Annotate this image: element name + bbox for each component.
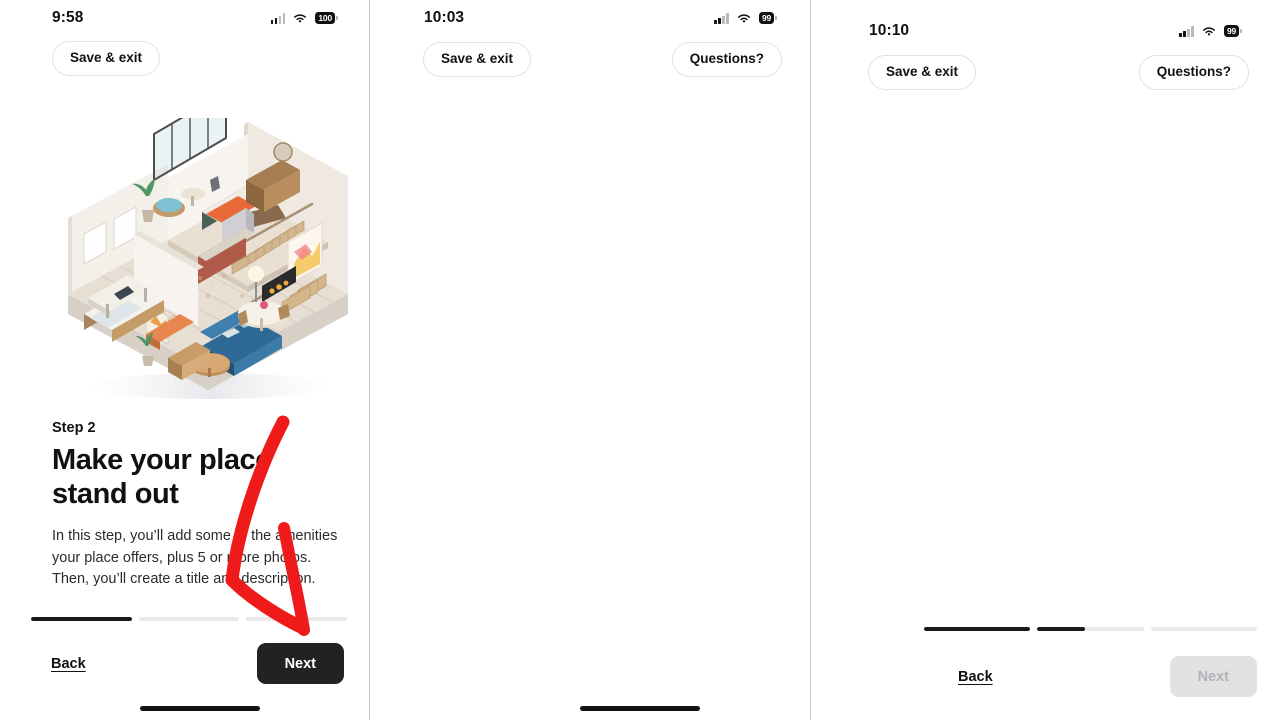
progress-segment-3 — [1150, 626, 1257, 631]
save-and-exit-button[interactable]: Save & exit — [423, 42, 532, 77]
page-description: In this step, you’ll add some of the ame… — [52, 527, 338, 588]
status-icons: 100 — [270, 12, 335, 24]
back-button[interactable]: Back — [958, 669, 993, 685]
isometric-house-illustration — [50, 118, 366, 408]
phone-screen-photos: 10:10 99 Save & exit Questions? Add some… — [811, 0, 1279, 720]
status-bar: 10:10 99 — [811, 22, 1279, 40]
top-bar: Save & exit Questions? — [370, 42, 810, 77]
phone-screen-amenities: 10:03 99 Save & exit Questions? Tell gue… — [370, 0, 811, 720]
footer: Back Next — [0, 616, 369, 720]
intro-text-block: Step 2 Make your place stand out In this… — [52, 420, 347, 591]
three-phone-screenshots: 9:58 100 Save & exit Step 2 Make your pl… — [0, 0, 1280, 720]
status-clock: 10:03 — [424, 9, 465, 26]
footer: Back Next — [811, 626, 1279, 720]
progress-segment-1 — [31, 616, 132, 621]
status-bar: 10:03 99 — [370, 9, 810, 27]
back-button[interactable]: Back — [51, 656, 86, 672]
questions-button[interactable]: Questions? — [1138, 55, 1249, 90]
save-and-exit-button[interactable]: Save & exit — [52, 41, 161, 76]
questions-button[interactable]: Questions? — [671, 42, 782, 77]
progress-segment-1 — [924, 626, 1031, 631]
cellular-signal-icon — [714, 12, 729, 24]
phone-screen-step-intro: 9:58 100 Save & exit Step 2 Make your pl… — [0, 0, 370, 720]
next-button: Next — [1169, 656, 1257, 697]
status-clock: 10:10 — [869, 22, 910, 39]
wifi-icon — [294, 14, 307, 23]
cellular-signal-icon — [270, 12, 286, 24]
top-bar: Save & exit — [0, 41, 369, 76]
footer: Back Next — [370, 616, 810, 720]
battery-icon: 99 — [1223, 25, 1239, 37]
progress-bar — [924, 626, 1257, 631]
top-bar: Save & exit Questions? — [811, 55, 1279, 90]
step-label: Step 2 — [52, 420, 96, 436]
battery-icon: 99 — [758, 12, 774, 24]
wifi-icon — [737, 14, 750, 23]
battery-icon: 100 — [315, 12, 335, 24]
nav-row: Back Next — [924, 656, 1257, 720]
status-icons: 99 — [1179, 25, 1239, 37]
wifi-icon — [1202, 27, 1215, 36]
progress-bar — [31, 616, 348, 621]
next-button[interactable]: Next — [256, 643, 344, 684]
home-indicator — [140, 706, 260, 711]
page-title: Make your place stand out — [52, 444, 271, 510]
status-icons: 99 — [714, 12, 774, 24]
progress-segment-2 — [138, 616, 240, 621]
progress-segment-3 — [246, 616, 348, 621]
progress-segment-2 — [1037, 626, 1144, 631]
home-indicator — [580, 706, 700, 711]
status-bar: 9:58 100 — [0, 9, 369, 27]
save-and-exit-button[interactable]: Save & exit — [868, 55, 977, 90]
cellular-signal-icon — [1179, 25, 1194, 37]
status-clock: 9:58 — [52, 9, 84, 26]
